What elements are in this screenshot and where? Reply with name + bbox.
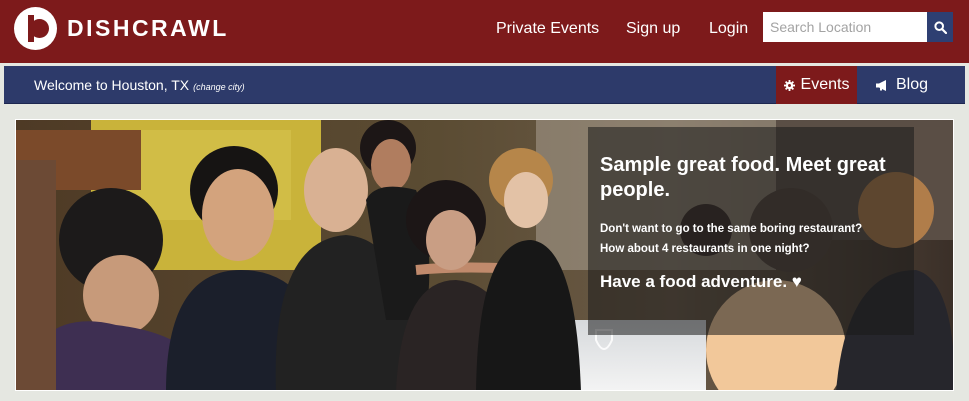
search-icon — [933, 20, 947, 34]
hero-description: Don't want to go to the same boring rest… — [600, 219, 900, 259]
search-bar — [763, 12, 953, 42]
blog-label: Blog — [896, 76, 929, 93]
hero-line-2: How about 4 restaurants in one night? — [600, 243, 810, 255]
hero-banner[interactable]: Sample great food. Meet great people. Do… — [15, 119, 954, 391]
hero-tagline: Have a food adventure. ♥ — [600, 272, 802, 291]
gear-icon — [783, 79, 795, 91]
logo-mark-icon — [14, 7, 57, 50]
blog-tab[interactable]: Blog — [876, 66, 946, 104]
hero-title: Sample great food. Meet great people. — [600, 154, 886, 201]
search-input[interactable] — [763, 12, 927, 42]
welcome-text: Welcome to Houston, TX — [34, 77, 190, 93]
search-button[interactable] — [927, 12, 953, 42]
events-tab[interactable]: Events — [776, 66, 857, 104]
brand-logo[interactable]: DISHCRAWL — [14, 7, 229, 50]
events-label: Events — [800, 76, 850, 93]
welcome-message: Welcome to Houston, TX (change city) — [34, 77, 245, 93]
top-header: DISHCRAWL Private Events Sign up Login — [0, 0, 969, 63]
login-link[interactable]: Login — [709, 20, 748, 38]
sub-navigation: Welcome to Houston, TX (change city) Even… — [4, 66, 965, 104]
change-city-link[interactable]: (change city) — [193, 82, 245, 92]
private-events-link[interactable]: Private Events — [496, 20, 599, 38]
megaphone-icon — [876, 79, 886, 91]
sign-up-link[interactable]: Sign up — [626, 20, 680, 38]
brand-name: DISHCRAWL — [67, 15, 229, 41]
hero-overlay: Sample great food. Meet great people. Do… — [588, 127, 914, 335]
hero-line-1: Don't want to go to the same boring rest… — [600, 223, 863, 235]
